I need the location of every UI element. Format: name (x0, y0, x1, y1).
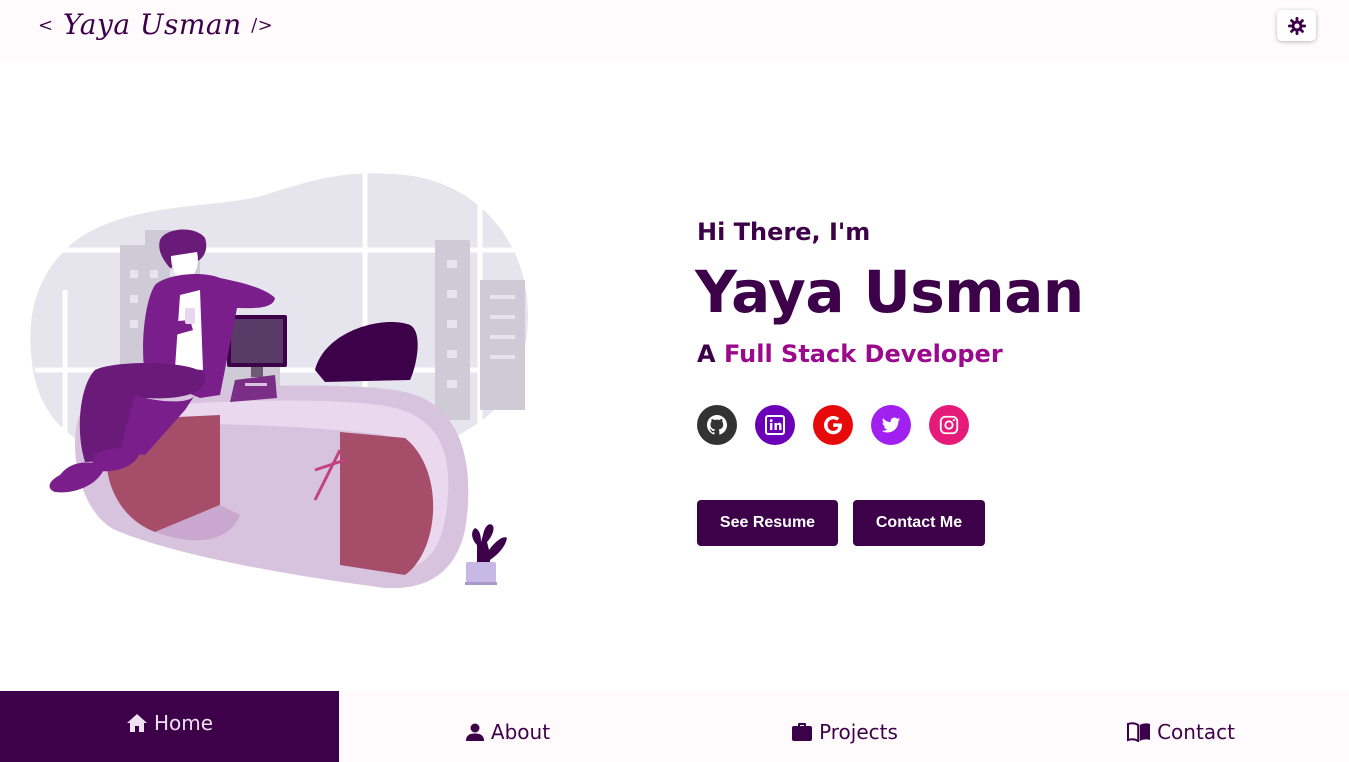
role-highlight: Full Stack Developer (723, 340, 1003, 368)
see-resume-button[interactable]: See Resume (697, 500, 838, 546)
github-link[interactable] (697, 405, 737, 445)
twitter-icon (881, 417, 901, 433)
linkedin-link[interactable] (755, 405, 795, 445)
nav-contact[interactable]: Contact (1013, 691, 1349, 762)
google-icon (824, 416, 842, 435)
role-line: A Full Stack Developer (697, 340, 1003, 368)
twitter-link[interactable] (871, 405, 911, 445)
nav-projects[interactable]: Projects (676, 691, 1013, 762)
nav-home-label: Home (153, 711, 214, 735)
top-header: < Yaya Usman /> (0, 0, 1349, 62)
google-link[interactable] (813, 405, 853, 445)
instagram-icon (939, 415, 959, 435)
user-icon (465, 723, 484, 741)
nav-about[interactable]: About (339, 691, 676, 762)
developer-illustration (30, 170, 529, 589)
site-logo[interactable]: < Yaya Usman /> (38, 8, 273, 41)
theme-toggle-button[interactable] (1277, 10, 1316, 41)
linkedin-icon (765, 415, 785, 435)
github-icon (707, 415, 727, 435)
nav-home[interactable]: Home (0, 691, 339, 762)
cactus-plant (465, 524, 507, 585)
briefcase-icon (792, 722, 813, 741)
sun-gear-icon (1287, 16, 1306, 35)
nav-contact-label: Contact (1157, 719, 1235, 744)
hero-name: Yaya Usman (695, 258, 1084, 326)
greeting-text: Hi There, I'm (697, 218, 871, 246)
logo-open-bracket: < (38, 15, 54, 36)
nav-projects-label: Projects (819, 719, 898, 744)
nav-about-label: About (490, 719, 551, 744)
logo-close-bracket: /> (251, 15, 274, 36)
book-icon (1127, 721, 1151, 742)
social-links (697, 405, 969, 445)
instagram-link[interactable] (929, 405, 969, 445)
contact-me-button[interactable]: Contact Me (853, 500, 985, 546)
role-prefix: A (697, 340, 716, 368)
logo-text: Yaya Usman (63, 8, 242, 41)
home-icon (126, 714, 147, 732)
bottom-navigation: Home About Projects Contact (0, 691, 1349, 762)
